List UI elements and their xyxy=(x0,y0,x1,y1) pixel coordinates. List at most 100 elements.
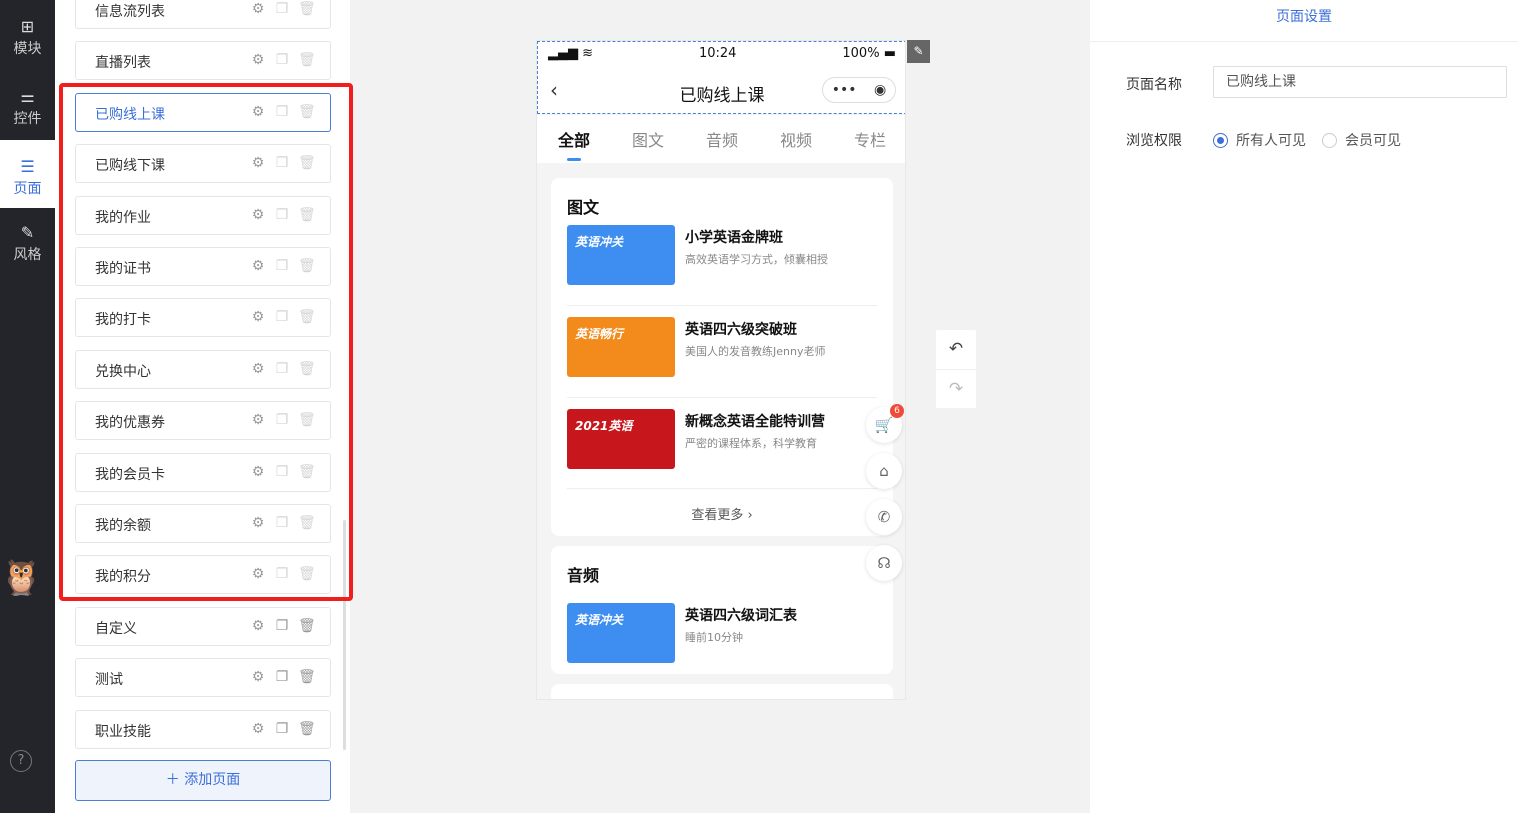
gear-icon[interactable]: ⚙ xyxy=(250,618,266,634)
headset-icon: ☊ xyxy=(877,554,891,572)
page-item[interactable]: 我的会员卡 ⚙ ❐ 🗑 xyxy=(75,452,331,492)
tab-video[interactable]: 视频 xyxy=(780,127,812,151)
course-item[interactable]: 英语冲关 小学英语金牌班 高效英语学习方式，倾囊相授 xyxy=(567,225,877,285)
page-item[interactable]: 直播列表 ⚙ ❐ 🗑 xyxy=(75,41,331,81)
radio-members[interactable]: 会员可见 xyxy=(1322,130,1401,150)
gear-icon[interactable]: ⚙ xyxy=(250,52,266,68)
cart-button[interactable]: 🛒 6 xyxy=(866,404,904,443)
course-item[interactable]: 2021英语 新概念英语全能特训营 严密的课程体系，科学教育 xyxy=(567,409,877,469)
nav-style[interactable]: ✎ 风格 xyxy=(0,206,55,272)
trash-icon[interactable]: 🗑 xyxy=(298,618,316,634)
trash-icon[interactable]: 🗑 xyxy=(298,566,316,582)
gear-icon[interactable]: ⚙ xyxy=(250,412,266,428)
page-item-label: 我的作业 xyxy=(95,209,151,226)
home-icon: ⌂ xyxy=(879,462,889,480)
copy-icon[interactable]: ❐ xyxy=(274,669,290,685)
settings-tab[interactable]: 页面设置 xyxy=(1090,0,1518,42)
page-item[interactable]: 我的打卡 ⚙ ❐ 🗑 xyxy=(75,298,331,338)
gear-icon[interactable]: ⚙ xyxy=(250,566,266,582)
help-icon[interactable]: ? xyxy=(10,750,32,772)
permission-label: 浏览权限 xyxy=(1126,133,1182,149)
page-item[interactable]: 职业技能 ⚙ ❐ 🗑 xyxy=(75,709,331,749)
copy-icon[interactable]: ❐ xyxy=(274,309,290,325)
add-page-button[interactable]: ＋ 添加页面 xyxy=(75,760,331,801)
page-item-label: 测试 xyxy=(95,672,123,689)
close-target-icon[interactable]: ◉ xyxy=(874,82,886,98)
copy-icon[interactable]: ❐ xyxy=(274,258,290,274)
copy-icon[interactable]: ❐ xyxy=(274,1,290,17)
page-item[interactable]: 已购线下课 ⚙ ❐ 🗑 xyxy=(75,144,331,184)
page-item[interactable]: 我的余额 ⚙ ❐ 🗑 xyxy=(75,504,331,543)
nav-pages[interactable]: ☰ 页面 xyxy=(0,140,55,208)
page-item[interactable]: 自定义 ⚙ ❐ 🗑 xyxy=(75,606,331,646)
gear-icon[interactable]: ⚙ xyxy=(250,464,266,480)
page-item[interactable]: 兑换中心 ⚙ ❐ 🗑 xyxy=(75,349,331,389)
copy-icon[interactable]: ❐ xyxy=(274,566,290,582)
gear-icon[interactable]: ⚙ xyxy=(250,669,266,685)
scrollbar[interactable] xyxy=(343,520,346,750)
gear-icon[interactable]: ⚙ xyxy=(250,309,266,325)
trash-icon[interactable]: 🗑 xyxy=(298,52,316,68)
redo-icon[interactable]: ↷ xyxy=(936,369,976,408)
course-item[interactable]: 英语冲关 英语四六级词汇表 睡前10分钟 xyxy=(567,603,877,663)
copy-icon[interactable]: ❐ xyxy=(274,52,290,68)
capsule-menu[interactable]: ••• ◉ xyxy=(822,77,896,103)
gear-icon[interactable]: ⚙ xyxy=(250,258,266,274)
course-title: 小学英语金牌班 xyxy=(685,230,783,246)
gear-icon[interactable]: ⚙ xyxy=(250,155,266,171)
phone-button[interactable]: ✆ xyxy=(866,499,902,535)
page-item[interactable]: 我的作业 ⚙ ❐ 🗑 xyxy=(75,195,331,235)
copy-icon[interactable]: ❐ xyxy=(274,618,290,634)
trash-icon[interactable]: 🗑 xyxy=(298,361,316,377)
gear-icon[interactable]: ⚙ xyxy=(250,515,266,531)
plus-square-icon: ⊞ xyxy=(20,17,35,36)
page-item[interactable]: 测试 ⚙ ❐ 🗑 xyxy=(75,658,331,698)
view-more-link[interactable]: 查看更多 › xyxy=(551,504,893,523)
undo-icon[interactable]: ↶ xyxy=(936,330,976,369)
page-item[interactable]: 我的优惠券 ⚙ ❐ 🗑 xyxy=(75,401,331,441)
tab-column[interactable]: 专栏 xyxy=(854,127,886,151)
tab-article[interactable]: 图文 xyxy=(632,127,664,151)
trash-icon[interactable]: 🗑 xyxy=(298,721,316,737)
copy-icon[interactable]: ❐ xyxy=(274,361,290,377)
trash-icon[interactable]: 🗑 xyxy=(298,207,316,223)
gear-icon[interactable]: ⚙ xyxy=(250,207,266,223)
trash-icon[interactable]: 🗑 xyxy=(298,464,316,480)
page-name-input[interactable]: 已购线上课 xyxy=(1213,66,1507,98)
edit-icon[interactable]: ✎ xyxy=(907,40,930,63)
copy-icon[interactable]: ❐ xyxy=(274,155,290,171)
nav-controls[interactable]: ⚌ 控件 xyxy=(0,70,55,136)
support-button[interactable]: ☊ xyxy=(866,545,902,581)
home-button[interactable]: ⌂ xyxy=(866,453,902,489)
gear-icon[interactable]: ⚙ xyxy=(250,1,266,17)
page-item[interactable]: 已购线上课 ⚙ ❐ 🗑 xyxy=(75,92,331,132)
nav-modules[interactable]: ⊞ 模块 xyxy=(0,0,55,66)
more-icon[interactable]: ••• xyxy=(832,82,857,98)
page-item[interactable]: 我的证书 ⚙ ❐ 🗑 xyxy=(75,247,331,286)
gear-icon[interactable]: ⚙ xyxy=(250,104,266,120)
trash-icon[interactable]: 🗑 xyxy=(298,309,316,325)
tab-audio[interactable]: 音频 xyxy=(706,127,738,151)
copy-icon[interactable]: ❐ xyxy=(274,207,290,223)
copy-icon[interactable]: ❐ xyxy=(274,412,290,428)
trash-icon[interactable]: 🗑 xyxy=(298,258,316,274)
copy-icon[interactable]: ❐ xyxy=(274,464,290,480)
copy-icon[interactable]: ❐ xyxy=(274,104,290,120)
trash-icon[interactable]: 🗑 xyxy=(298,412,316,428)
page-item[interactable]: 信息流列表 ⚙ ❐ 🗑 xyxy=(75,0,331,29)
trash-icon[interactable]: 🗑 xyxy=(298,155,316,171)
trash-icon[interactable]: 🗑 xyxy=(298,669,316,685)
gear-icon[interactable]: ⚙ xyxy=(250,721,266,737)
copy-icon[interactable]: ❐ xyxy=(274,515,290,531)
radio-everyone[interactable]: 所有人可见 xyxy=(1213,130,1306,150)
trash-icon[interactable]: 🗑 xyxy=(298,104,316,120)
page-item[interactable]: 我的积分 ⚙ ❐ 🗑 xyxy=(75,555,331,595)
trash-icon[interactable]: 🗑 xyxy=(298,515,316,531)
tab-all[interactable]: 全部 xyxy=(558,127,590,161)
divider xyxy=(567,488,877,489)
phone-header[interactable]: ▂▄▆ ≋ 10:24 100% ▬ ‹ 已购线上课 ••• ◉ xyxy=(537,41,905,114)
copy-icon[interactable]: ❐ xyxy=(274,721,290,737)
course-item[interactable]: 英语畅行 英语四六级突破班 美国人的发音教练Jenny老师 xyxy=(567,317,877,377)
gear-icon[interactable]: ⚙ xyxy=(250,361,266,377)
trash-icon[interactable]: 🗑 xyxy=(298,1,316,17)
